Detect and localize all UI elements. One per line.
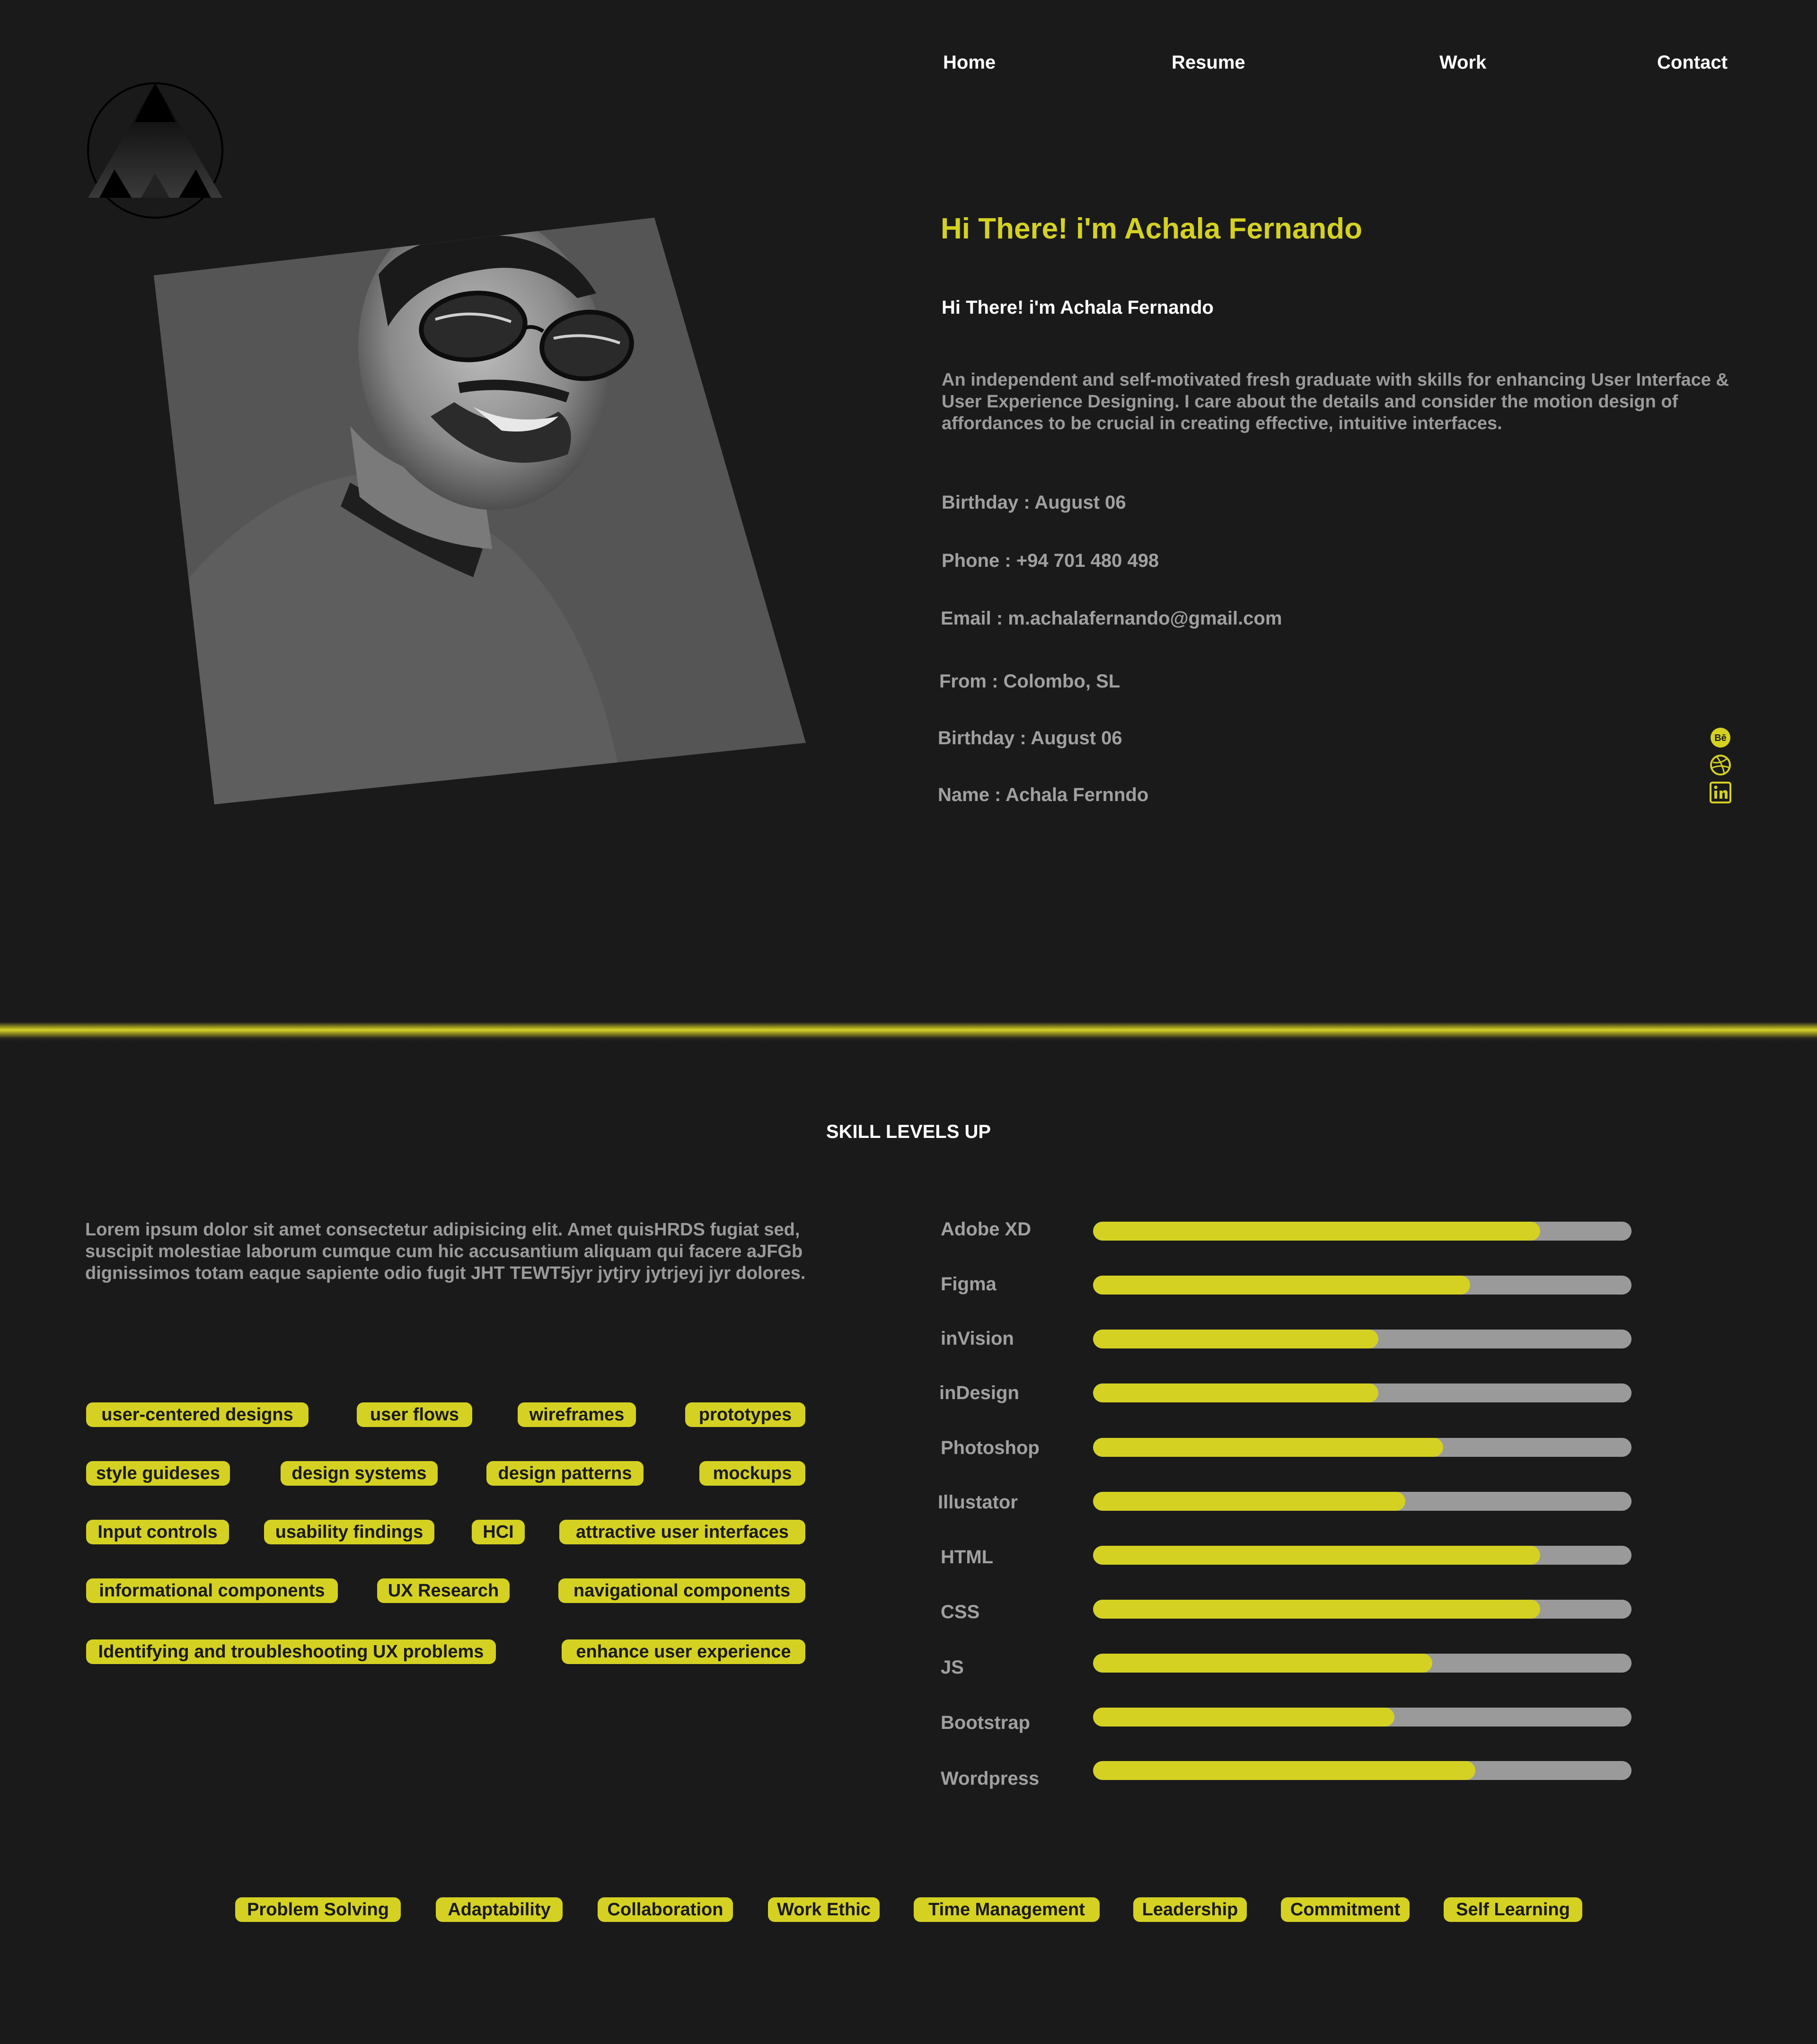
skill-level-label: Wordpress — [941, 1768, 1040, 1789]
profile-photo — [151, 218, 809, 804]
triangle-logo-icon[interactable] — [85, 80, 227, 222]
behance-icon[interactable]: Bē — [1709, 726, 1732, 749]
skill-level-fill — [1093, 1438, 1443, 1457]
skill-level-label: Bootstrap — [941, 1712, 1030, 1733]
skill-tag: enhance user experience — [562, 1639, 805, 1664]
skill-level-label: Photoshop — [941, 1437, 1040, 1458]
skill-level-fill — [1093, 1492, 1406, 1511]
info-email: Email : m.achalafernando@gmail.com — [941, 608, 1282, 629]
soft-skill-tag: Problem Solving — [235, 1897, 401, 1922]
skill-tag: attractive user interfaces — [559, 1520, 805, 1544]
skill-tag: design patterns — [486, 1461, 644, 1486]
nav-work[interactable]: Work — [1439, 52, 1486, 73]
info-birthday: Birthday : August 06 — [942, 492, 1126, 513]
skill-tag: wireframes — [518, 1402, 636, 1427]
skill-level-fill — [1093, 1654, 1432, 1673]
linkedin-icon[interactable] — [1709, 781, 1732, 804]
skill-level-fill — [1093, 1276, 1470, 1295]
bio-text: An independent and self-motivated fresh … — [942, 370, 1729, 433]
hero-subtitle: Hi There! i'm Achala Fernando — [942, 297, 1214, 318]
skill-tag: Identifying and troubleshooting UX probl… — [86, 1639, 496, 1664]
skill-tag: user-centered designs — [86, 1402, 309, 1427]
skill-tag: informational components — [86, 1578, 338, 1603]
skill-level-bar — [1093, 1276, 1632, 1295]
skill-level-bar — [1093, 1761, 1632, 1780]
soft-skill-tag: Work Ethic — [768, 1897, 880, 1922]
skill-level-bar — [1093, 1330, 1632, 1348]
skill-level-fill — [1093, 1222, 1540, 1241]
skill-level-label: CSS — [941, 1602, 980, 1622]
soft-skill-tag: Leadership — [1133, 1897, 1247, 1922]
skill-level-bar — [1093, 1492, 1632, 1511]
skills-description: Lorem ipsum dolor sit amet consectetur a… — [85, 1220, 806, 1283]
info-from: From : Colombo, SL — [939, 671, 1120, 692]
skill-level-fill — [1093, 1761, 1475, 1780]
skill-level-bar — [1093, 1654, 1632, 1673]
skill-level-fill — [1093, 1330, 1379, 1348]
skill-level-bar — [1093, 1222, 1632, 1241]
skill-level-fill — [1093, 1708, 1395, 1727]
nav-contact[interactable]: Contact — [1657, 52, 1728, 73]
skill-level-label: JS — [941, 1657, 964, 1678]
skill-tag: Input controls — [86, 1520, 229, 1544]
info-birthday-2: Birthday : August 06 — [938, 728, 1122, 749]
skill-level-bar — [1093, 1546, 1632, 1565]
skill-tag: HCI — [472, 1520, 525, 1544]
skill-level-fill — [1093, 1546, 1540, 1565]
soft-skill-tag: Time Management — [914, 1897, 1100, 1922]
skill-tag: UX Research — [377, 1578, 510, 1603]
skill-level-label: HTML — [941, 1547, 994, 1568]
skill-level-bar — [1093, 1600, 1632, 1619]
skill-level-label: Adobe XD — [941, 1219, 1032, 1240]
skill-tag: design systems — [281, 1461, 438, 1486]
skill-level-fill — [1093, 1383, 1379, 1402]
skill-level-label: Figma — [941, 1274, 997, 1295]
section-divider — [0, 1022, 1817, 1041]
soft-skill-tag: Collaboration — [598, 1897, 733, 1922]
info-name: Name : Achala Fernndo — [938, 784, 1149, 805]
skill-tag: user flows — [357, 1402, 472, 1427]
skill-level-bar — [1093, 1438, 1632, 1457]
nav-resume[interactable]: Resume — [1172, 52, 1245, 73]
skill-tag: mockups — [699, 1461, 805, 1486]
skill-tag: prototypes — [685, 1402, 805, 1427]
skills-title: SKILL LEVELS UP — [826, 1121, 991, 1142]
skill-level-bar — [1093, 1708, 1632, 1727]
skill-level-bar — [1093, 1383, 1632, 1402]
skill-level-label: inDesign — [939, 1383, 1019, 1403]
info-phone: Phone : +94 701 480 498 — [942, 550, 1159, 571]
svg-text:Bē: Bē — [1714, 733, 1727, 743]
skill-tag: usability findings — [264, 1520, 434, 1544]
hero-title: Hi There! i'm Achala Fernando — [941, 212, 1362, 245]
skill-level-label: inVision — [941, 1328, 1014, 1349]
soft-skill-tag: Self Learning — [1444, 1897, 1582, 1922]
skill-tag: style guideses — [86, 1461, 230, 1486]
skill-level-label: Illustator — [938, 1492, 1018, 1513]
soft-skill-tag: Adaptability — [436, 1897, 563, 1922]
soft-skill-tag: Commitment — [1281, 1897, 1410, 1922]
dribbble-icon[interactable] — [1709, 754, 1732, 776]
nav-home[interactable]: Home — [943, 52, 996, 73]
skill-level-fill — [1093, 1600, 1540, 1619]
skill-tag: navigational components — [558, 1578, 805, 1603]
